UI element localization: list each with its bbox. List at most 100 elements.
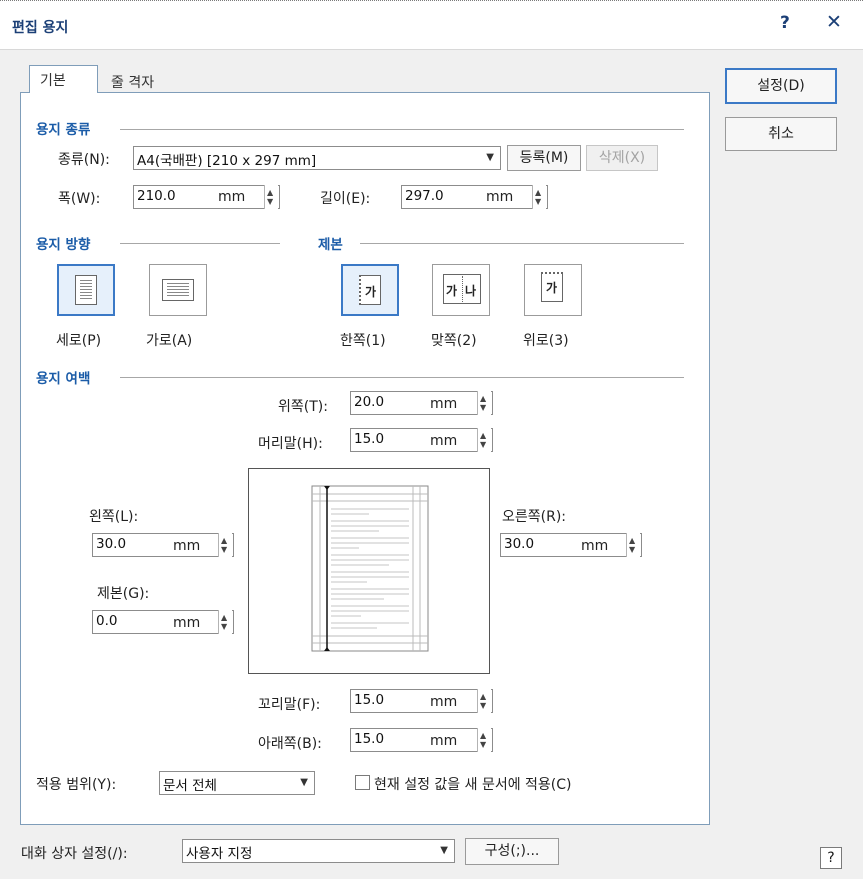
register-button-label: 등록(M)	[519, 150, 569, 166]
ok-button[interactable]: 설정(D)	[725, 68, 837, 104]
top-margin-input[interactable]: 20.0	[350, 391, 493, 415]
gutter-margin-input[interactable]: 0.0	[92, 610, 234, 634]
close-button[interactable]: ✕	[826, 11, 842, 33]
width-label: 폭(W):	[58, 191, 101, 207]
left-margin-spinner[interactable]: ▲ ▼	[218, 533, 232, 557]
delete-button-label: 삭제(X)	[598, 150, 646, 166]
landscape-page-icon	[162, 279, 194, 301]
section-divider	[120, 129, 684, 130]
footer-margin-spinner[interactable]: ▲ ▼	[477, 689, 491, 713]
bottom-margin-unit: mm	[430, 733, 458, 749]
delete-button[interactable]: 삭제(X)	[586, 145, 658, 171]
header-margin-unit: mm	[430, 433, 458, 449]
bottom-margin-spinner[interactable]: ▲ ▼	[477, 728, 491, 752]
left-margin-value: 30.0	[96, 536, 127, 552]
paper-type-select[interactable]: A4(국배판) [210 x 297 mm] ▼	[133, 146, 501, 170]
chevron-down-icon: ▼	[300, 777, 308, 788]
binding-single-label: 한쪽(1)	[340, 333, 386, 349]
top-margin-value: 20.0	[354, 394, 385, 410]
page-preview	[248, 468, 490, 674]
help-button[interactable]: ?	[780, 13, 790, 33]
title-bar	[0, 4, 863, 50]
length-spinner[interactable]: ▲ ▼	[532, 185, 546, 209]
apply-scope-label: 적용 범위(Y):	[36, 777, 117, 793]
footer-margin-unit: mm	[430, 694, 458, 710]
paper-type-label: 종류(N):	[58, 152, 110, 168]
right-margin-input[interactable]: 30.0	[500, 533, 642, 557]
gutter-margin-spinner[interactable]: ▲ ▼	[218, 610, 232, 634]
gutter-margin-label: 제본(G):	[97, 586, 150, 602]
chevron-down-icon: ▼	[486, 152, 494, 163]
left-margin-label: 왼쪽(L):	[89, 509, 139, 525]
tab-basic[interactable]: 기본	[29, 65, 98, 93]
width-spinner[interactable]: ▲ ▼	[264, 185, 278, 209]
apply-new-doc-label: 현재 설정 값을 새 문서에 적용(C)	[374, 777, 572, 793]
dialog-title: 편집 용지	[12, 20, 69, 36]
apply-scope-value: 문서 전체	[163, 778, 217, 794]
orientation-portrait-option[interactable]	[57, 264, 115, 316]
dialog-setting-value: 사용자 지정	[186, 846, 253, 862]
apply-new-doc-checkbox[interactable]	[355, 775, 370, 790]
right-margin-value: 30.0	[504, 536, 535, 552]
landscape-label: 가로(A)	[146, 333, 193, 349]
footer-margin-value: 15.0	[354, 692, 385, 708]
portrait-page-icon	[75, 275, 97, 305]
width-input[interactable]: 210.0	[133, 185, 280, 209]
binding-top-option[interactable]: 가	[524, 264, 582, 316]
length-label: 길이(E):	[320, 191, 371, 207]
single-binding-icon: 가	[359, 275, 381, 305]
cancel-button-label: 취소	[768, 126, 794, 142]
bottom-margin-value: 15.0	[354, 731, 385, 747]
configure-button[interactable]: 구성(;)...	[465, 838, 559, 865]
register-button[interactable]: 등록(M)	[507, 145, 581, 171]
double-binding-icon: 가 나	[443, 274, 481, 304]
section-binding: 제본	[318, 233, 349, 253]
right-margin-spinner[interactable]: ▲ ▼	[626, 533, 640, 557]
header-margin-spinner[interactable]: ▲ ▼	[477, 428, 491, 452]
apply-scope-select[interactable]: 문서 전체 ▼	[159, 771, 315, 795]
top-binding-icon: 가	[541, 272, 563, 302]
portrait-label: 세로(P)	[56, 333, 102, 349]
top-margin-label: 위쪽(T):	[278, 399, 328, 415]
binding-top-label: 위로(3)	[523, 333, 569, 349]
section-divider	[360, 243, 684, 244]
gutter-margin-unit: mm	[173, 615, 201, 631]
width-unit: mm	[218, 189, 246, 205]
section-orientation: 용지 방향	[36, 233, 97, 253]
binding-double-option[interactable]: 가 나	[432, 264, 490, 316]
section-divider	[120, 243, 280, 244]
dialog-setting-select[interactable]: 사용자 지정 ▼	[182, 839, 455, 863]
chevron-down-icon: ▼	[440, 845, 448, 856]
paper-type-value: A4(국배판) [210 x 297 mm]	[137, 153, 317, 169]
bottom-margin-label: 아래쪽(B):	[258, 736, 322, 752]
footer-margin-input[interactable]: 15.0	[350, 689, 493, 713]
configure-button-label: 구성(;)...	[484, 843, 540, 859]
cancel-button[interactable]: 취소	[725, 117, 837, 151]
length-input[interactable]: 297.0	[401, 185, 548, 209]
left-margin-unit: mm	[173, 538, 201, 554]
header-margin-value: 15.0	[354, 431, 385, 447]
left-margin-input[interactable]: 30.0	[92, 533, 234, 557]
section-paper-type: 용지 종류	[36, 118, 97, 138]
header-margin-input[interactable]: 15.0	[350, 428, 493, 452]
footer-margin-label: 꼬리말(F):	[258, 697, 321, 713]
gutter-margin-value: 0.0	[96, 613, 118, 629]
dialog-setting-label: 대화 상자 설정(/):	[21, 846, 128, 862]
section-margins: 용지 여백	[36, 367, 97, 387]
binding-double-label: 맞쪽(2)	[431, 333, 477, 349]
top-margin-unit: mm	[430, 396, 458, 412]
page-preview-image	[311, 485, 429, 652]
width-value: 210.0	[137, 188, 176, 204]
help-icon[interactable]: ?	[820, 847, 842, 869]
top-margin-spinner[interactable]: ▲ ▼	[477, 391, 491, 415]
bottom-margin-input[interactable]: 15.0	[350, 728, 493, 752]
length-unit: mm	[486, 189, 514, 205]
header-margin-label: 머리말(H):	[258, 436, 323, 452]
section-divider	[120, 377, 684, 378]
orientation-landscape-option[interactable]	[149, 264, 207, 316]
ok-button-label: 설정(D)	[757, 78, 805, 94]
length-value: 297.0	[405, 188, 444, 204]
right-margin-unit: mm	[581, 538, 609, 554]
binding-single-option[interactable]: 가	[341, 264, 399, 316]
right-margin-label: 오른쪽(R):	[502, 509, 567, 525]
